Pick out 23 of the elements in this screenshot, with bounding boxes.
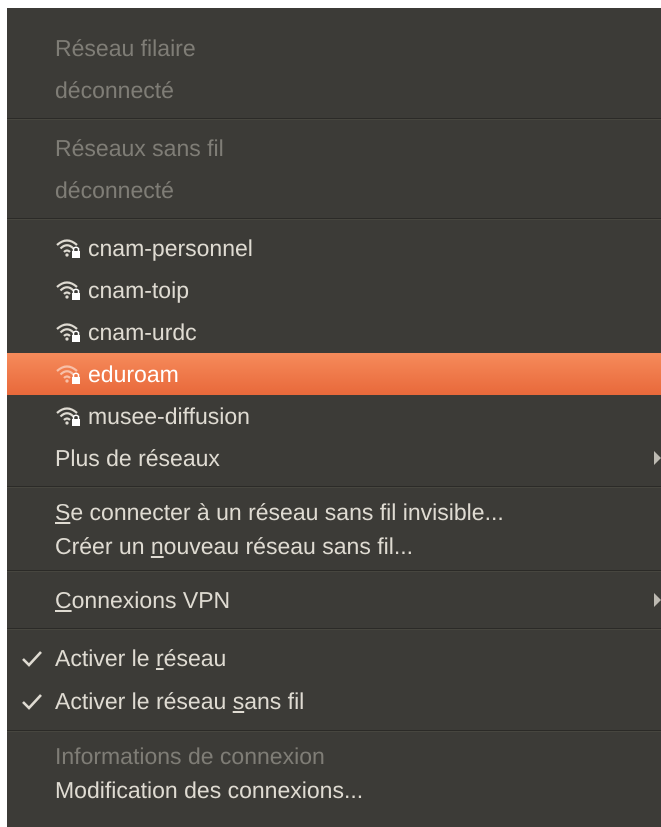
check-menu-item[interactable]: Activer le réseau sans fil (7, 680, 661, 723)
wifi-lock-icon (55, 405, 82, 427)
menu-item[interactable]: Modification des connexions... (7, 773, 661, 807)
wifi-lock-icon (55, 321, 82, 343)
menu-item: Informations de connexion (54, 742, 326, 770)
network-item[interactable]: musee-diffusion (7, 395, 661, 437)
network-item[interactable]: cnam-urdc (7, 311, 661, 353)
wifi-lock-icon (55, 237, 82, 259)
submenu-item[interactable]: Plus de réseaux (7, 437, 661, 479)
wifi-lock-icon (55, 279, 82, 301)
status-label: déconnecté (54, 176, 175, 204)
menu-item[interactable]: Se connecter à un réseau sans fil invisible... (7, 495, 661, 529)
status-label: Réseaux sans fil (54, 134, 225, 162)
submenu-arrow-icon (654, 593, 661, 607)
wifi-lock-icon (55, 363, 82, 385)
status-label: déconnecté (54, 76, 175, 104)
network-item[interactable]: cnam-toip (7, 269, 661, 311)
network-item[interactable]: cnam-personnel (7, 227, 661, 269)
status-label: Réseau filaire (54, 34, 197, 62)
check-menu-item[interactable]: Activer le réseau (7, 637, 661, 680)
menu-item[interactable]: Créer un nouveau réseau sans fil... (7, 529, 661, 563)
submenu-item[interactable]: Connexions VPN (7, 579, 661, 621)
submenu-arrow-icon (654, 451, 661, 465)
